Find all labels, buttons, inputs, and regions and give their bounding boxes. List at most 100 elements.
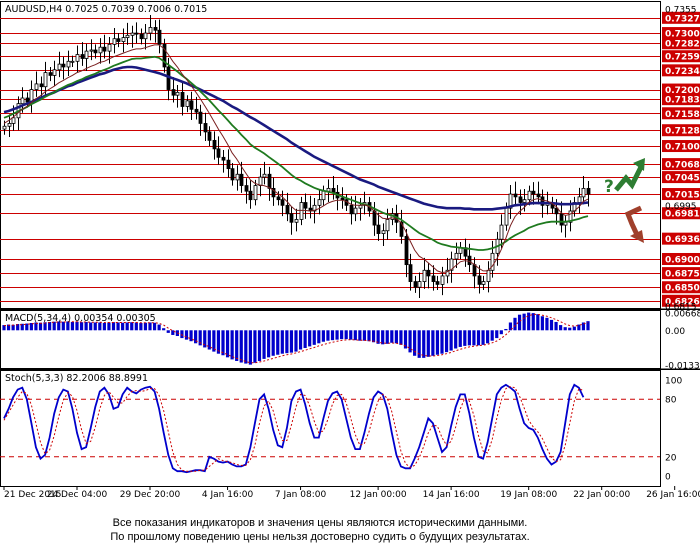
price-bar-body: [559, 213, 564, 226]
price-level-label: 0.7234: [665, 67, 700, 77]
price-bar-body: [331, 187, 336, 193]
price-bar-body: [189, 100, 194, 110]
price-bar-body: [289, 213, 294, 223]
macd-histogram-bar: [262, 330, 266, 359]
macd-histogram-bar: [289, 330, 294, 353]
macd-histogram-bar: [212, 330, 216, 352]
price-bar-body: [586, 187, 591, 195]
macd-label: MACD(5,34,4) 0.00354 0.00305: [5, 313, 156, 324]
price-bar-body: [513, 193, 518, 198]
macd-histogram-bar: [294, 330, 298, 352]
macd-histogram-bar: [499, 330, 503, 335]
macd-histogram-bar: [216, 330, 221, 354]
macd-histogram-bar: [481, 330, 485, 345]
macd-histogram-bar: [463, 330, 467, 346]
price-bar-body: [34, 83, 39, 90]
macd-histogram-bar: [540, 316, 544, 331]
price-axis-tick: 0.7355: [665, 6, 697, 16]
price-level-label: 0.7158: [665, 110, 700, 120]
price-bar-body: [134, 32, 139, 35]
price-bar-body: [267, 173, 272, 189]
time-axis-tick: 29 Dec 20:00: [120, 490, 181, 500]
price-bar-body: [20, 97, 25, 105]
stoch-axis-tick: 80: [665, 396, 677, 406]
macd-histogram-bar: [271, 330, 275, 356]
price-bar-body: [353, 207, 358, 215]
macd-histogram-bar: [276, 330, 280, 355]
price-bar-body: [48, 72, 53, 76]
price-bar-body: [102, 46, 107, 52]
price-bar-body: [248, 190, 253, 201]
macd-histogram-bar: [527, 312, 531, 331]
price-bar-body: [130, 32, 135, 36]
macd-histogram-bar: [244, 330, 248, 364]
price-bar-body: [299, 202, 304, 220]
macd-histogram-bar: [102, 323, 106, 331]
price-bar-body: [372, 210, 377, 226]
macd-histogram-bar: [472, 330, 476, 346]
chart-svg: AUDUSD,H4 0.7025 0.7039 0.7006 0.7015 0.7…: [0, 1, 700, 500]
macd-histogram-bar: [422, 330, 426, 358]
price-bar-body: [499, 224, 504, 240]
macd-histogram-bar: [495, 330, 499, 339]
price-bar-body: [98, 46, 103, 54]
macd-histogram-bar: [221, 330, 225, 356]
macd-axis-tick: -0.01331: [665, 361, 700, 371]
price-bar-body: [112, 38, 117, 45]
macd-histogram-bar: [394, 330, 398, 344]
price-level-label: 0.6850: [665, 284, 700, 294]
macd-histogram-bar: [568, 327, 572, 331]
price-bar-body: [563, 221, 568, 226]
macd-histogram-bar: [549, 319, 554, 331]
price-bar-body: [52, 69, 57, 76]
price-bar-body: [239, 173, 244, 186]
price-bar-body: [340, 197, 345, 201]
macd-histogram-bar: [563, 327, 567, 331]
macd-histogram-bar: [559, 325, 563, 331]
macd-histogram-bar: [358, 330, 362, 341]
price-bar-body: [216, 148, 221, 158]
macd-histogram-bar: [385, 330, 389, 344]
price-bar-body: [70, 60, 75, 63]
macd-histogram-bar: [467, 330, 471, 346]
price-bar-body: [408, 264, 413, 282]
macd-histogram-bar: [340, 330, 344, 340]
price-level-label: 0.7100: [665, 143, 700, 153]
time-axis-tick: 19 Jan 08:00: [500, 490, 557, 500]
stoch-axis-tick: 100: [665, 377, 682, 387]
macd-histogram-bar: [381, 330, 385, 345]
price-level-label: 0.7068: [665, 161, 700, 171]
price-bar-body: [61, 63, 66, 68]
price-bar-body: [226, 159, 231, 170]
macd-histogram-bar: [285, 330, 289, 354]
macd-histogram-bar: [399, 330, 403, 345]
macd-histogram-bar: [225, 330, 230, 358]
price-bar-body: [80, 54, 85, 59]
stoch-axis-tick: 0: [665, 473, 671, 483]
price-bar-body: [153, 27, 158, 31]
price-level-label: 0.7282: [665, 40, 700, 50]
price-level-label: 0.7327: [665, 14, 700, 24]
macd-histogram-bar: [458, 330, 462, 347]
macd-histogram-bar: [371, 330, 376, 343]
time-axis-tick: 14 Jan 16:00: [423, 490, 480, 500]
price-bar-body: [276, 196, 281, 201]
price-bar-body: [404, 235, 409, 266]
disclaimer-line-2: По прошлому поведению цены нельзя достов…: [110, 531, 530, 543]
price-bar-body: [262, 173, 267, 178]
price-bar-body: [235, 173, 240, 181]
macd-histogram-bar: [353, 330, 357, 341]
macd-histogram-bar: [444, 330, 449, 353]
price-bar-body: [472, 264, 477, 277]
time-axis-tick: 26 Jan 16:00: [646, 490, 700, 500]
price-bar-body: [376, 224, 381, 234]
macd-histogram-bar: [513, 317, 517, 331]
price-bar-body: [139, 33, 144, 40]
price-bar-body: [577, 196, 582, 203]
macd-histogram-bar: [230, 330, 234, 360]
price-level-label: 0.7045: [665, 174, 700, 184]
macd-histogram-bar: [335, 330, 339, 340]
macd-histogram-bar: [166, 330, 170, 333]
macd-histogram-bar: [367, 330, 371, 342]
price-bar-body: [477, 275, 482, 285]
